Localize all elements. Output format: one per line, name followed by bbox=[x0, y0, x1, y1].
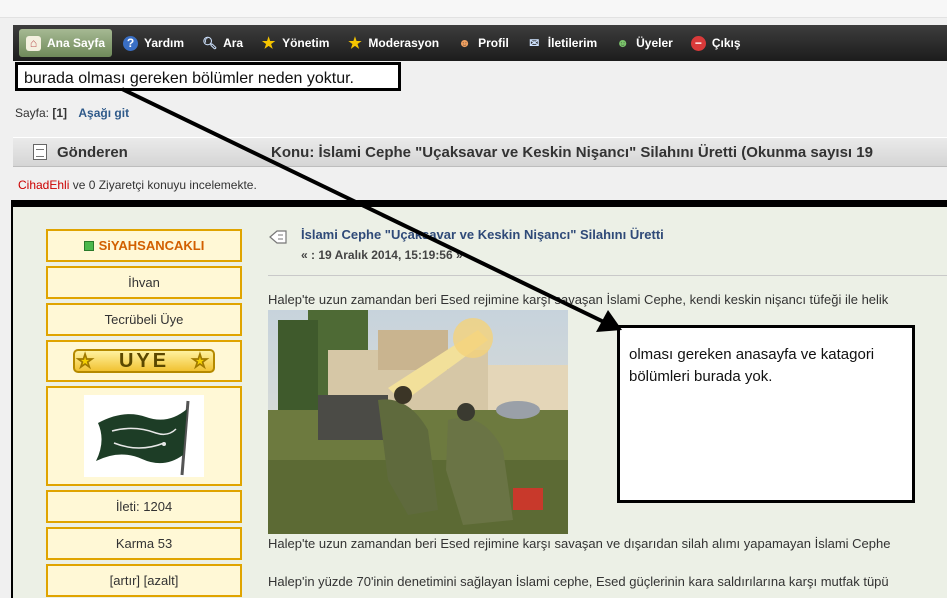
top-strip bbox=[0, 0, 947, 18]
flag-avatar-icon bbox=[84, 395, 204, 477]
avatar bbox=[84, 395, 204, 477]
document-icon bbox=[33, 144, 47, 160]
post-paragraph-3: Halep'in yüzde 70'inin denetimini sağlay… bbox=[268, 574, 889, 589]
post-icon bbox=[269, 230, 287, 244]
post-date: « : 19 Aralık 2014, 15:19:56 » bbox=[301, 248, 463, 262]
post-paragraph-2: Halep'te uzun zamandan beri Esed rejimin… bbox=[268, 536, 891, 551]
rank-badge-box: ★ UYE ★ bbox=[46, 340, 242, 382]
viewer-username[interactable]: CihadEhli bbox=[18, 178, 69, 192]
poster-info: SiYAHSANCAKLI İhvan Tecrübeli Üye ★ UYE … bbox=[46, 229, 242, 598]
viewers-line: CihadEhli ve 0 Ziyaretçi konuyu inceleme… bbox=[18, 178, 257, 192]
topic-header: Gönderen Konu: İslami Cephe "Uçaksavar v… bbox=[13, 137, 947, 167]
badge-text: UYE bbox=[118, 349, 170, 372]
menu-item-home[interactable]: ⌂ Ana Sayfa bbox=[19, 29, 113, 57]
home-icon: ⌂ bbox=[26, 35, 41, 51]
menu-item-profile[interactable]: ☻ Profil bbox=[450, 29, 516, 57]
current-page[interactable]: [1] bbox=[52, 106, 67, 120]
star-icon: ★ bbox=[261, 34, 276, 52]
poster-name-box[interactable]: SiYAHSANCAKLI bbox=[46, 229, 242, 262]
logout-icon: − bbox=[690, 35, 706, 51]
star-icon: ★ bbox=[348, 34, 362, 52]
menu-item-moderation[interactable]: ★ Moderasyon bbox=[340, 29, 446, 57]
menu-item-search[interactable]: 🔍︎ Ara bbox=[195, 29, 250, 57]
main-menu: ⌂ Ana Sayfa ? Yardım 🔍︎ Ara ★ Yönetim ★ … bbox=[13, 25, 947, 61]
annotation-box: olması gereken anasayfa ve katagori bölü… bbox=[617, 325, 915, 503]
mail-icon: ✉ bbox=[529, 35, 540, 50]
pagination: Sayfa: [1] Aşağı git bbox=[15, 106, 129, 120]
rank-badge: ★ UYE ★ bbox=[73, 349, 215, 373]
menu-item-help[interactable]: ? Yardım bbox=[116, 29, 191, 57]
karma-value: Karma 53 bbox=[46, 527, 242, 560]
menu-item-members[interactable]: ☻ Üyeler bbox=[608, 29, 680, 57]
help-icon: ? bbox=[123, 35, 139, 51]
star-icon: ★ bbox=[76, 350, 97, 371]
divider bbox=[268, 275, 947, 276]
sender-label: Gönderen bbox=[57, 143, 128, 161]
page-prefix: Sayfa: bbox=[15, 106, 50, 120]
post-count: İleti: 1204 bbox=[46, 490, 242, 523]
online-icon bbox=[83, 240, 94, 251]
members-icon: ☻ bbox=[616, 35, 629, 50]
star-icon: ★ bbox=[191, 350, 211, 371]
annotation-top: burada olması gereken bölümler neden yok… bbox=[15, 62, 401, 91]
poster-name[interactable]: SiYAHSANCAKLI bbox=[99, 238, 205, 253]
go-down-link[interactable]: Aşağı git bbox=[78, 106, 129, 120]
post-body: İslami Cephe "Uçaksavar ve Keskin Nişanc… bbox=[268, 225, 947, 589]
post-paragraph-1: Halep'te uzun zamandan beri Esed rejimin… bbox=[268, 292, 889, 307]
menu-item-logout[interactable]: − Çıkış bbox=[684, 29, 748, 57]
avatar-box bbox=[46, 386, 242, 486]
menu-item-admin[interactable]: ★ Yönetim bbox=[254, 29, 336, 57]
search-icon: 🔍︎ bbox=[202, 35, 218, 50]
post-title[interactable]: İslami Cephe "Uçaksavar ve Keskin Nişanc… bbox=[301, 227, 947, 242]
post-photo bbox=[268, 310, 568, 534]
viewers-text: ve 0 Ziyaretçi konuyu incelemekte. bbox=[69, 178, 257, 192]
menu-item-messages[interactable]: ✉ İletilerim bbox=[520, 29, 604, 57]
soldiers-firing-image bbox=[268, 310, 568, 534]
karma-actions[interactable]: [artır] [azalt] bbox=[46, 564, 242, 597]
poster-rank: Tecrübeli Üye bbox=[46, 303, 242, 336]
topic-title: Konu: İslami Cephe "Uçaksavar ve Keskin … bbox=[271, 143, 873, 161]
poster-group: İhvan bbox=[46, 266, 242, 299]
user-icon: ☻ bbox=[458, 35, 471, 50]
